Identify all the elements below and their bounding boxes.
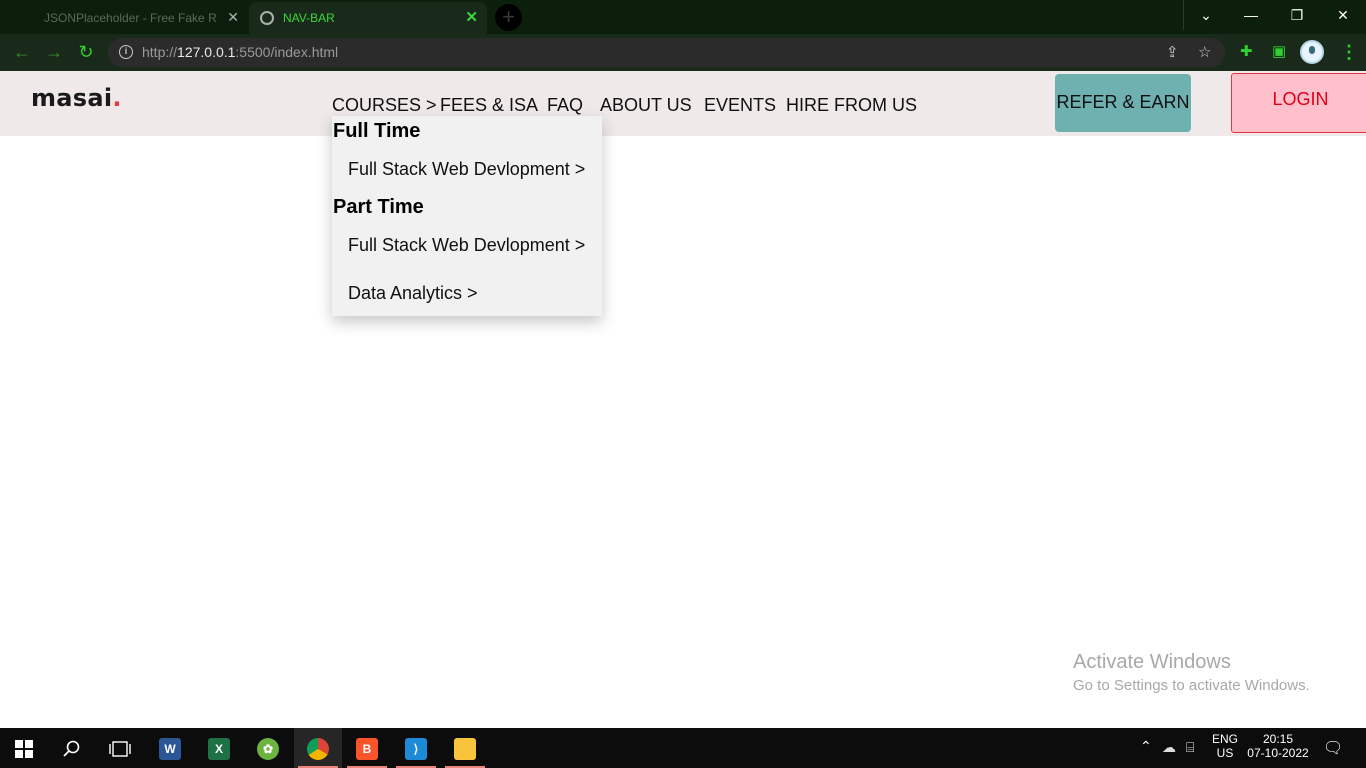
divider (1183, 0, 1184, 30)
excel-app-icon[interactable]: X (195, 728, 243, 768)
back-button[interactable]: ← (10, 40, 34, 64)
forward-button[interactable]: → (42, 40, 66, 64)
courses-dropdown: Full Time Full Stack Web Devlopment > Pa… (332, 116, 602, 316)
nav-fees-isa[interactable]: FEES & ISA (440, 95, 538, 116)
tab-jsonplaceholder[interactable]: JSONPlaceholder - Free Fake Rest ✕ (0, 2, 247, 34)
chrome-app-icon[interactable] (294, 728, 342, 768)
part-time-heading: Part Time (333, 196, 424, 218)
onedrive-cloud-icon[interactable]: ☁ (1162, 739, 1176, 756)
tab-title: JSONPlaceholder - Free Fake Rest (44, 11, 216, 25)
close-window-button[interactable]: ✕ (1320, 0, 1366, 30)
address-toolbar: ← → ↻ i http://127.0.0.1:5500/index.html… (0, 34, 1366, 71)
side-panel-icon[interactable]: ▣ (1272, 42, 1286, 60)
refer-earn-button[interactable]: REFER & EARN (1055, 74, 1191, 132)
reload-button[interactable]: ↻ (74, 40, 98, 64)
start-windows-icon[interactable] (0, 728, 48, 768)
bookmark-star-icon[interactable]: ☆ (1198, 43, 1211, 61)
clock[interactable]: 20:15 07-10-2022 (1246, 732, 1310, 760)
site-navbar: masai. COURSES > FEES & ISA FAQ ABOUT US… (0, 71, 1366, 136)
file-explorer-icon[interactable] (441, 728, 489, 768)
nav-faq[interactable]: FAQ (547, 95, 583, 116)
menu-kebab-icon[interactable]: ⋮ (1340, 40, 1358, 64)
network-icon[interactable]: ⌸ (1186, 739, 1194, 756)
activate-windows-subtitle: Go to Settings to activate Windows. (1073, 677, 1310, 694)
masai-logo[interactable]: masai. (31, 84, 122, 112)
tab-close-icon[interactable]: ✕ (465, 8, 478, 26)
activate-windows-title: Activate Windows (1073, 651, 1231, 673)
nav-hire-from-us[interactable]: HIRE FROM US (786, 95, 917, 116)
full-time-heading: Full Time (333, 120, 421, 142)
dropdown-item-part-time-fswd[interactable]: Full Stack Web Devlopment > (348, 235, 585, 256)
task-view-icon[interactable] (96, 728, 144, 768)
web-page: masai. COURSES > FEES & ISA FAQ ABOUT US… (0, 71, 1366, 728)
nav-events[interactable]: EVENTS (704, 95, 776, 116)
share-icon[interactable]: ⇪ (1166, 43, 1179, 61)
spring-leaf-app-icon[interactable]: ✿ (244, 728, 292, 768)
language-indicator[interactable]: ENG US (1208, 732, 1242, 760)
browser-tab-strip: JSONPlaceholder - Free Fake Rest ✕ NAV-B… (0, 0, 1366, 34)
brave-app-icon[interactable]: B (343, 728, 391, 768)
tab-title: NAV-BAR (283, 11, 335, 25)
vscode-app-icon[interactable]: ⟩ (392, 728, 440, 768)
dropdown-item-full-time-fswd[interactable]: Full Stack Web Devlopment > (348, 159, 585, 180)
minimize-button[interactable]: — (1228, 0, 1274, 30)
omnibox[interactable]: i http://127.0.0.1:5500/index.html ⇪ ☆ (108, 38, 1225, 67)
tab-search-chevron-icon[interactable]: ⌄ (1183, 0, 1229, 30)
new-tab-button[interactable]: + (495, 4, 522, 31)
nav-courses[interactable]: COURSES > (332, 95, 437, 116)
dropdown-item-data-analytics[interactable]: Data Analytics > (348, 283, 478, 304)
restore-button[interactable]: ❐ (1274, 0, 1320, 30)
extensions-puzzle-icon[interactable]: ✚ (1240, 42, 1253, 60)
tab-nav-bar[interactable]: NAV-BAR ✕ (249, 2, 487, 34)
url-text[interactable]: http://127.0.0.1:5500/index.html (142, 44, 338, 60)
search-icon[interactable] (48, 728, 96, 768)
login-button[interactable]: LOGIN (1231, 73, 1366, 133)
nav-about-us[interactable]: ABOUT US (600, 95, 692, 116)
notifications-icon[interactable]: 🗨 (1323, 738, 1343, 758)
tab-close-icon[interactable]: ✕ (227, 9, 239, 26)
globe-icon (260, 11, 274, 25)
tray-chevron-icon[interactable]: ⌃ (1140, 738, 1152, 755)
info-icon[interactable]: i (119, 45, 133, 59)
word-app-icon[interactable]: W (146, 728, 194, 768)
profile-avatar[interactable] (1300, 40, 1324, 64)
windows-taskbar: W X ✿ B ⟩ ⌃ ☁ ⌸ ENG US 20:15 07-10-2022 🗨 (0, 728, 1366, 768)
